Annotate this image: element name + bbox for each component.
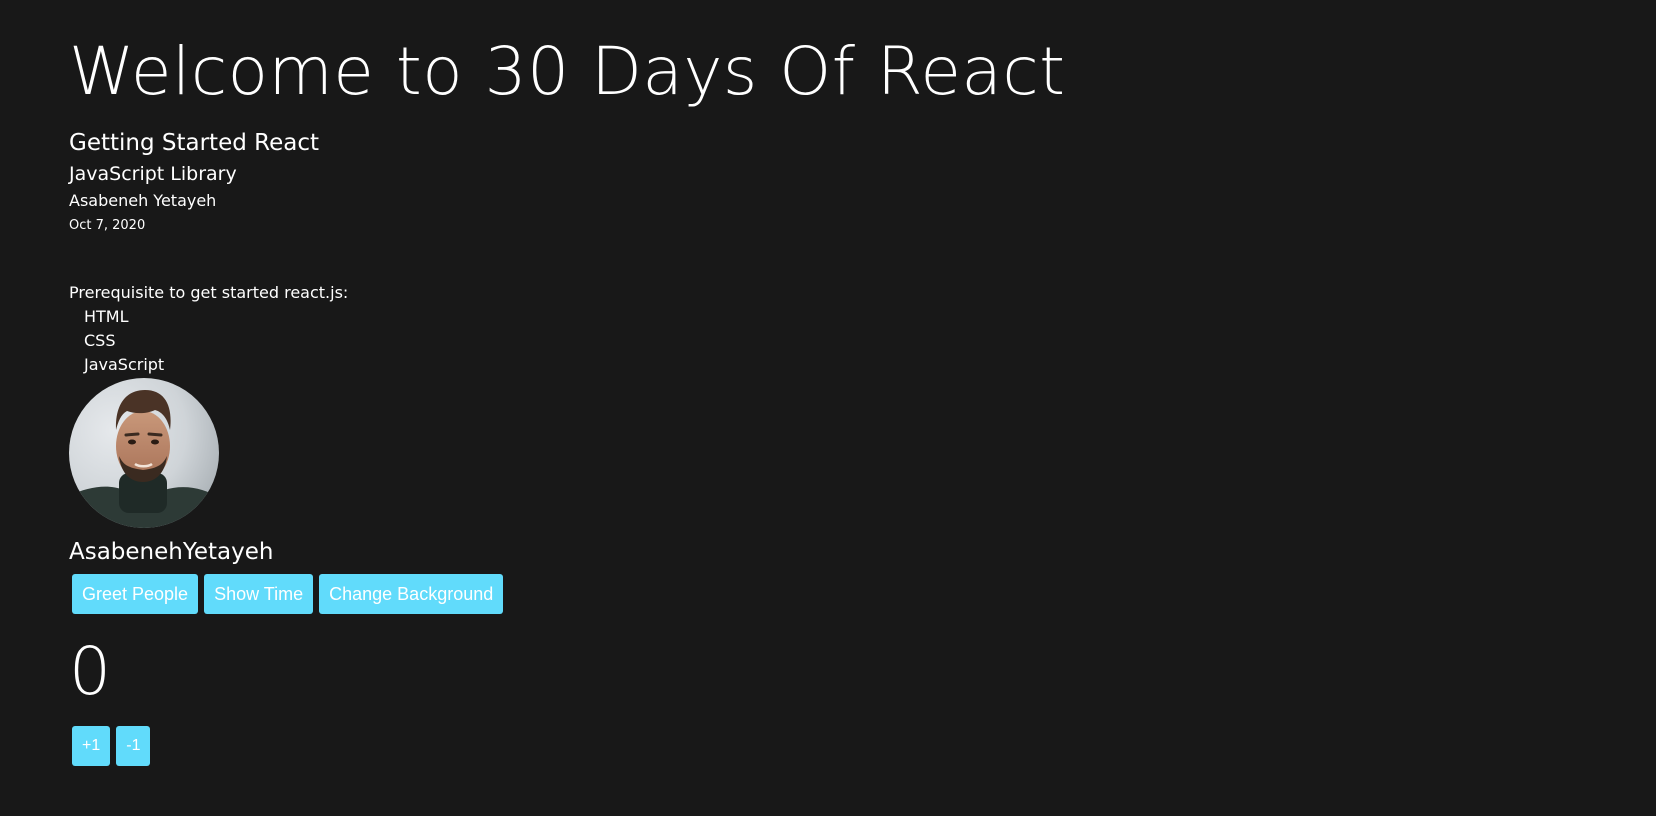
app-root: Welcome to 30 Days Of React Getting Star… [0, 0, 1656, 816]
prerequisite-title: Prerequisite to get started react.js: [69, 283, 349, 302]
user-name: AsabenehYetayeh [69, 539, 274, 565]
prerequisite-item-javascript: JavaScript [84, 355, 165, 374]
page-title: Welcome to 30 Days Of React [69, 33, 1066, 110]
library-name: JavaScript Library [69, 163, 237, 185]
subtitle: Getting Started React [69, 130, 319, 156]
decrement-button[interactable]: -1 [116, 726, 151, 766]
publish-date: Oct 7, 2020 [69, 218, 146, 233]
increment-button[interactable]: +1 [72, 726, 111, 766]
user-avatar-photo [69, 378, 219, 528]
prerequisite-list: HTML CSS JavaScript [84, 305, 164, 377]
prerequisite-item-css: CSS [84, 331, 116, 350]
counter-buttons: +1 -1 [72, 726, 151, 766]
counter-value: 0 [69, 633, 111, 710]
user-avatar [69, 378, 219, 528]
change-background-button[interactable]: Change Background [319, 574, 504, 614]
author-name: Asabeneh Yetayeh [69, 191, 217, 210]
greet-people-button[interactable]: Greet People [72, 574, 199, 614]
prerequisite-item-html: HTML [84, 307, 129, 326]
show-time-button[interactable]: Show Time [204, 574, 314, 614]
action-buttons: Greet People Show Time Change Background [72, 574, 504, 614]
